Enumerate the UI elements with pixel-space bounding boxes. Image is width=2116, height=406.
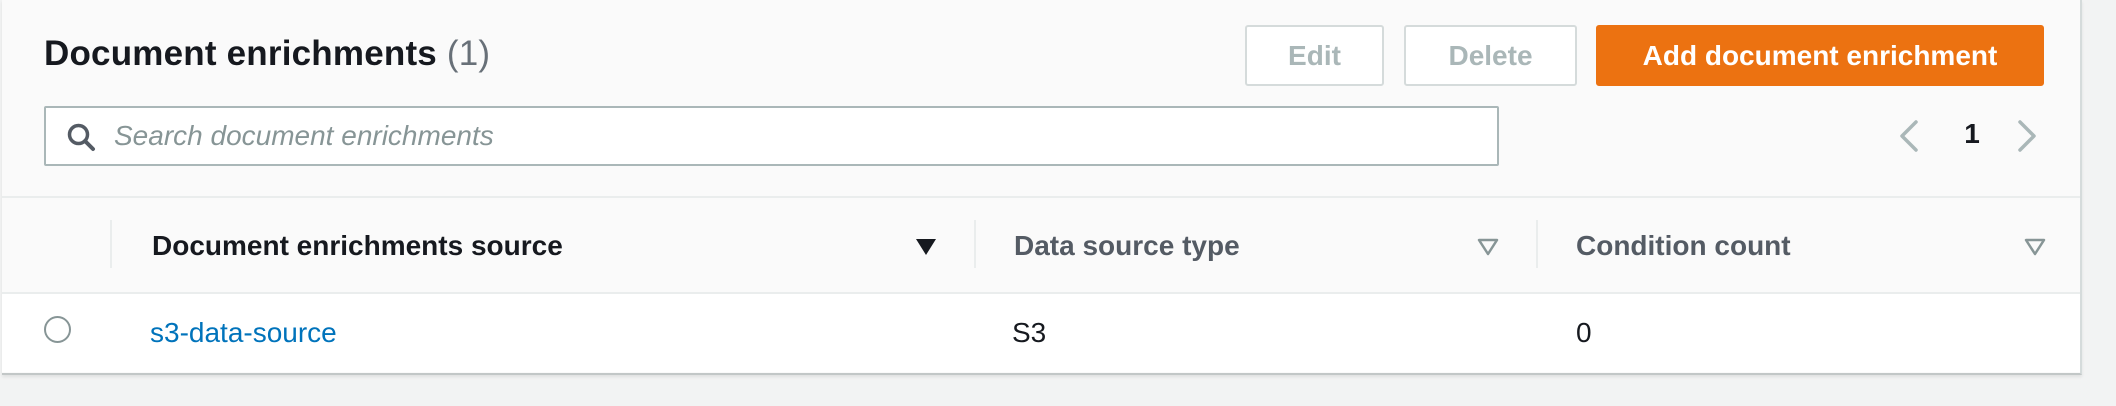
table-row[interactable]: s3-data-source S3 0 bbox=[2, 294, 2080, 372]
condition-count-cell: 0 bbox=[1576, 317, 1592, 348]
current-page-number[interactable]: 1 bbox=[1940, 118, 2004, 150]
delete-button[interactable]: Delete bbox=[1404, 25, 1577, 86]
data-source-type-cell: S3 bbox=[1012, 317, 1047, 348]
sort-caret-outline-icon[interactable] bbox=[1477, 238, 1499, 256]
column-separator bbox=[974, 220, 976, 268]
document-enrichments-panel: Document enrichments (1) Edit Delete Add… bbox=[2, 0, 2082, 375]
column-header-source[interactable]: Document enrichments source bbox=[152, 198, 563, 294]
edit-button[interactable]: Edit bbox=[1245, 25, 1384, 86]
table-header: Document enrichments source Data source … bbox=[2, 196, 2080, 294]
column-header-label: Data source type bbox=[1014, 230, 1240, 261]
search-input[interactable] bbox=[114, 108, 1484, 164]
pagination: 1 bbox=[1892, 112, 2052, 162]
panel-header: Document enrichments (1) Edit Delete Add… bbox=[2, 0, 2080, 196]
title-count: (1) bbox=[446, 34, 491, 73]
enrichments-table: Document enrichments source Data source … bbox=[2, 196, 2080, 372]
page-title: Document enrichments (1) bbox=[44, 34, 490, 74]
column-header-label: Document enrichments source bbox=[152, 230, 563, 261]
column-separator bbox=[110, 220, 112, 268]
add-document-enrichment-button[interactable]: Add document enrichment bbox=[1596, 25, 2044, 86]
row-select-radio[interactable] bbox=[44, 316, 71, 343]
sort-caret-filled-icon[interactable] bbox=[915, 238, 937, 256]
chevron-left-icon[interactable] bbox=[1892, 118, 1928, 154]
source-link[interactable]: s3-data-source bbox=[150, 294, 337, 372]
sort-caret-outline-icon[interactable] bbox=[2024, 238, 2046, 256]
column-header-condition-count[interactable]: Condition count bbox=[1576, 198, 1791, 294]
table-body: s3-data-source S3 0 bbox=[2, 294, 2080, 372]
column-header-data-source-type[interactable]: Data source type bbox=[1014, 198, 1240, 294]
search-icon bbox=[67, 123, 95, 151]
column-separator bbox=[1536, 220, 1538, 268]
title-text: Document enrichments bbox=[44, 34, 437, 73]
search-box bbox=[44, 106, 1499, 166]
chevron-right-icon[interactable] bbox=[2008, 118, 2044, 154]
column-header-label: Condition count bbox=[1576, 230, 1791, 261]
